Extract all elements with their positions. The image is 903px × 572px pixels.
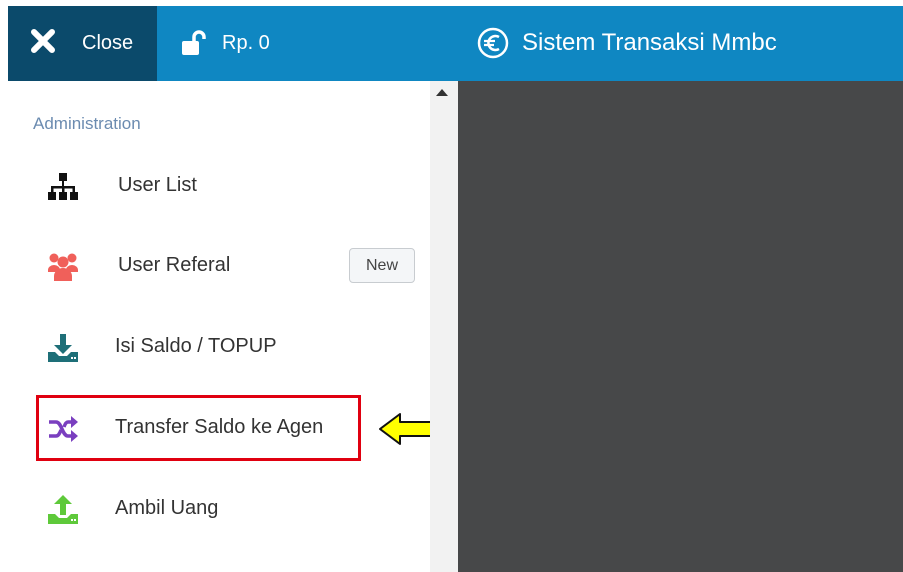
sidebar-item-label: Isi Saldo / TOPUP — [115, 335, 277, 357]
sidebar-scrollbar[interactable] — [430, 81, 458, 572]
sitemap-icon — [48, 173, 78, 200]
download-tray-icon — [48, 334, 78, 362]
balance-display[interactable]: Rp. 0 — [180, 28, 270, 58]
scroll-up-arrow[interactable] — [436, 89, 448, 96]
users-group-icon — [48, 253, 78, 281]
sidebar-item-isi-saldo[interactable]: Isi Saldo / TOPUP — [8, 318, 430, 378]
app-title: Sistem Transaksi Mmbc — [476, 26, 777, 60]
upload-tray-icon — [48, 495, 78, 524]
close-icon — [31, 29, 55, 53]
close-label: Close — [82, 32, 134, 54]
balance-amount: Rp. 0 — [222, 31, 270, 54]
sidebar: Administration User List User Referal Ne… — [8, 81, 430, 572]
top-bar: Close Rp. 0 Sistem Transaksi Mmbc — [8, 6, 903, 81]
app-title-text: Sistem Transaksi Mmbc — [522, 29, 777, 56]
euro-circle-icon — [477, 27, 509, 59]
sidebar-item-label: User Referal — [118, 254, 231, 276]
new-badge: New — [349, 248, 415, 283]
sidebar-item-label: Ambil Uang — [115, 497, 219, 519]
unlock-icon — [182, 30, 206, 55]
highlight-box — [36, 395, 361, 461]
sidebar-item-label: User List — [118, 174, 197, 196]
main-content — [458, 81, 903, 572]
sidebar-item-ambil-uang[interactable]: Ambil Uang — [8, 480, 430, 540]
section-title-administration: Administration — [33, 114, 141, 133]
close-button[interactable]: Close — [8, 6, 157, 81]
sidebar-item-user-list[interactable]: User List — [8, 157, 430, 217]
